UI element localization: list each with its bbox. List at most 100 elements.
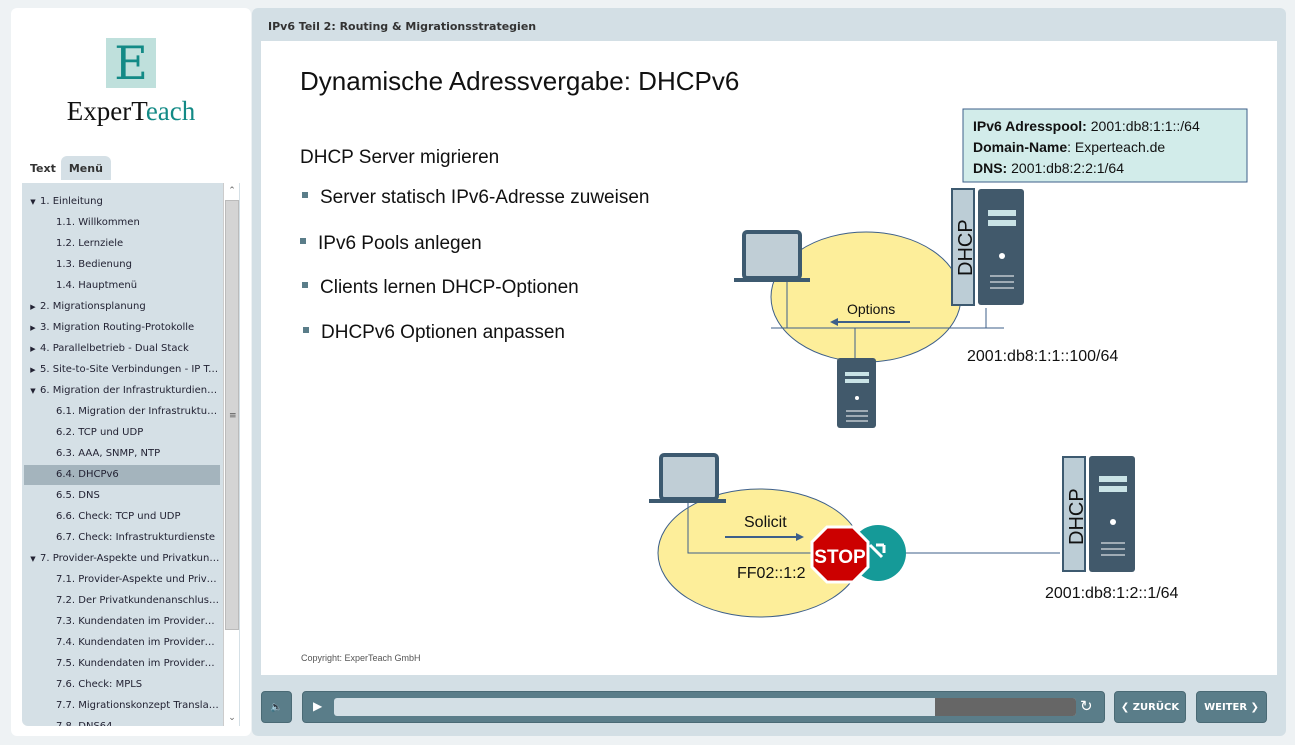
laptop-icon — [649, 453, 726, 503]
brand-part-1: ExperT — [66, 96, 146, 126]
server-icon — [837, 358, 876, 428]
caret-right-icon[interactable]: ▶ — [26, 297, 40, 317]
brand-name: ExperTeach — [11, 96, 251, 127]
menu-item[interactable]: 1.1. Willkommen — [24, 213, 220, 233]
menu-item-label: 7.6. Check: MPLS — [56, 679, 143, 690]
caret-down-icon[interactable]: ▼ — [26, 192, 40, 212]
menu-item[interactable]: 7.3. Kundendaten im Providernetz:... — [24, 612, 220, 632]
multicast-address: FF02::1:2 — [737, 565, 806, 582]
info-box: IPv6 Adresspool: 2001:db8:1:1::/64 Domai… — [962, 108, 1248, 183]
menu-item-label: 1.4. Hauptmenü — [56, 280, 138, 291]
tab-text[interactable]: Text — [25, 156, 61, 180]
scroll-down-icon[interactable]: ⌄ — [224, 710, 240, 726]
menu-item-label: 7.5. Kundendaten im Providernetz:... — [56, 658, 220, 669]
options-label: Options — [847, 301, 895, 317]
caret-right-icon[interactable]: ▶ — [26, 360, 40, 380]
menu-item-label: 6.3. AAA, SNMP, NTP — [56, 448, 161, 459]
menu-item-label: 1.2. Lernziele — [56, 238, 124, 249]
caret-down-icon[interactable]: ▼ — [26, 549, 40, 569]
bullet-icon — [302, 192, 308, 198]
menu-item-label: 7.4. Kundendaten im Providernetz:... — [56, 637, 220, 648]
next-button[interactable]: WEITER ❯ — [1196, 691, 1267, 723]
menu-item-label: 2. Migrationsplanung — [40, 301, 146, 312]
svg-text:IPv6 Adresspool: 2001:db8:1:1:: IPv6 Adresspool: 2001:db8:1:1::/64 — [973, 118, 1200, 134]
speaker-icon: 🔈 — [270, 701, 283, 713]
scroll-thumb[interactable]: ≡ — [225, 200, 239, 630]
menu-section[interactable]: ▶ 5. Site-to-Site Verbindungen - IP Tunne… — [24, 360, 220, 380]
player-bar: ▶ ↻ — [302, 691, 1105, 723]
bullet-icon — [303, 327, 309, 333]
progress-bar[interactable] — [334, 698, 1076, 716]
menu-section[interactable]: ▶ 3. Migration Routing-Protokolle — [24, 318, 220, 338]
address-1: 2001:db8:1:1::100/64 — [967, 348, 1118, 365]
caret-right-icon[interactable]: ▶ — [26, 339, 40, 359]
menu-item-label: 6.4. DHCPv6 — [56, 469, 119, 480]
sidebar-tabs: Text Menü — [25, 156, 111, 180]
menu-item[interactable]: 7.6. Check: MPLS — [24, 675, 220, 695]
scroll-up-icon[interactable]: ⌃ — [224, 183, 240, 199]
stop-sign-icon: STOP — [810, 525, 870, 584]
menu-item-label: 6.6. Check: TCP und UDP — [56, 511, 181, 522]
bullet-icon — [302, 282, 308, 288]
menu-item[interactable]: 6.7. Check: Infrastrukturdienste — [24, 528, 220, 548]
svg-text:DNS: 2001:db8:2:2:1/64: DNS: 2001:db8:2:2:1/64 — [973, 160, 1124, 176]
menu-item[interactable]: 6.3. AAA, SNMP, NTP — [24, 444, 220, 464]
menu-section[interactable]: ▼ 6. Migration der Infrastrukturdienste — [24, 381, 220, 401]
solicit-label: Solicit — [744, 514, 787, 531]
menu-item[interactable]: 7.7. Migrationskonzept Translation — [24, 696, 220, 716]
play-icon[interactable]: ▶ — [313, 699, 322, 713]
dhcp-label: DHCP — [1066, 488, 1088, 545]
menu-item[interactable]: 7.2. Der Privatkundenanschluss - D... — [24, 591, 220, 611]
menu-item-label: 1.3. Bedienung — [56, 259, 132, 270]
caret-down-icon[interactable]: ▼ — [26, 381, 40, 401]
tab-menu[interactable]: Menü — [60, 156, 111, 180]
domain-key: Domain-Name — [973, 139, 1067, 155]
menu-item[interactable]: 6.1. Migration der Infrastrukturdie... — [24, 402, 220, 422]
menu-item-label: 1. Einleitung — [40, 196, 103, 207]
menu-item[interactable]: 7.5. Kundendaten im Providernetz:... — [24, 654, 220, 674]
bullet-item: Server statisch IPv6-Adresse zuweisen — [320, 187, 649, 208]
menu-item[interactable]: 1.4. Hauptmenü — [24, 276, 220, 296]
menu-section[interactable]: ▼ 1. Einleitung — [24, 192, 220, 212]
bullet-item: DHCPv6 Optionen anpassen — [321, 322, 565, 343]
chevron-left-icon: ❮ — [1120, 701, 1133, 713]
replay-icon[interactable]: ↻ — [1080, 697, 1093, 715]
svg-text:Domain-Name: Experteach.de: Domain-Name: Experteach.de — [973, 139, 1165, 155]
menu-item[interactable]: 1.3. Bedienung — [24, 255, 220, 275]
menu-item-label: 1.1. Willkommen — [56, 217, 140, 228]
domain-value: : Experteach.de — [1067, 139, 1165, 155]
pool-value: 2001:db8:1:1::/64 — [1087, 118, 1200, 134]
menu-item[interactable]: 7.4. Kundendaten im Providernetz:... — [24, 633, 220, 653]
slide: Dynamische Adressvergabe: DHCPv6 DHCP Se… — [261, 41, 1277, 675]
dhcp-server-icon: DHCP — [951, 188, 1024, 306]
menu-item[interactable]: 7.8. DNS64 — [24, 717, 220, 726]
menu-section[interactable]: ▶ 4. Parallelbetrieb - Dual Stack — [24, 339, 220, 359]
slide-subtitle: DHCP Server migrieren — [300, 147, 499, 168]
caret-right-icon[interactable]: ▶ — [26, 318, 40, 338]
mute-button[interactable]: 🔈 — [261, 691, 292, 723]
menu-item-label: 3. Migration Routing-Protokolle — [40, 322, 195, 333]
chevron-right-icon: ❯ — [1247, 701, 1259, 713]
menu-item-label: 7.2. Der Privatkundenanschluss - D... — [56, 595, 220, 606]
menu-item[interactable]: 6.2. TCP und UDP — [24, 423, 220, 443]
back-button[interactable]: ❮ ZURÜCK — [1114, 691, 1186, 723]
dns-value: 2001:db8:2:2:1/64 — [1007, 160, 1124, 176]
menu-item-label: 6.2. TCP und UDP — [56, 427, 144, 438]
menu-tree: ▼ 1. Einleitung 1.1. Willkommen 1.2. Lernzi… — [22, 183, 240, 726]
menu-item[interactable]: 7.1. Provider-Aspekte und Privatku... — [24, 570, 220, 590]
slide-title: Dynamische Adressvergabe: DHCPv6 — [300, 66, 739, 96]
menu-item[interactable]: 6.6. Check: TCP und UDP — [24, 507, 220, 527]
menu-item[interactable]: 6.4. DHCPv6 — [24, 465, 220, 485]
menu-item[interactable]: 6.5. DNS — [24, 486, 220, 506]
back-label: ZURÜCK — [1132, 701, 1180, 713]
menu-section[interactable]: ▼ 7. Provider-Aspekte und Privatkunden — [24, 549, 220, 569]
sidebar: E ExperTeach Text Menü ▼ 1. Einleitung 1.1… — [11, 8, 251, 736]
menu-item[interactable]: 1.2. Lernziele — [24, 234, 220, 254]
menu-item-label: 7.7. Migrationskonzept Translation — [56, 700, 220, 711]
pool-key: IPv6 Adresspool: — [973, 118, 1087, 134]
menu-item-label: 5. Site-to-Site Verbindungen - IP Tunnel — [40, 364, 220, 375]
menu-item-label: 6.1. Migration der Infrastrukturdie... — [56, 406, 220, 417]
bullet-list: Server statisch IPv6-Adresse zuweisen IP… — [300, 187, 649, 343]
menu-scrollbar[interactable]: ⌃ ≡ ⌄ — [223, 183, 239, 726]
menu-section[interactable]: ▶ 2. Migrationsplanung — [24, 297, 220, 317]
